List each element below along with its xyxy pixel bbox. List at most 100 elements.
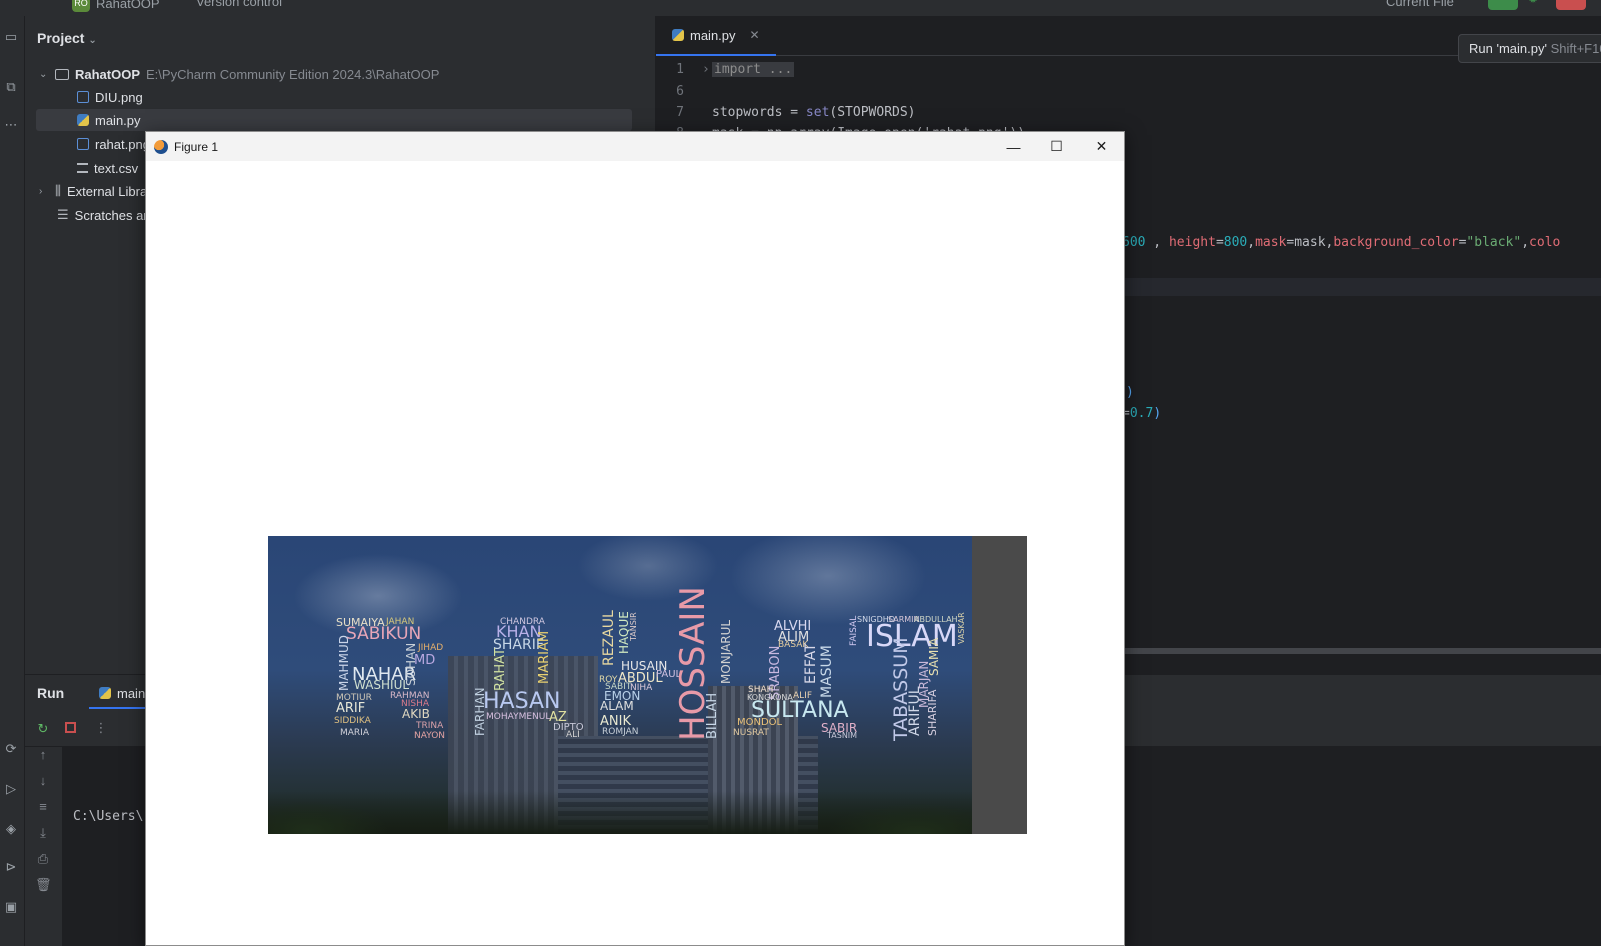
wordcloud-image: SUMAIYA JAHAN SABIKUN MAHMUD NAHAR MD JIHAD WAS… [268,536,1027,834]
code-token: 0.7 [1129,406,1154,421]
figure-title-bar[interactable]: Figure 1 — ☐ ✕ [146,132,1124,161]
stop-button[interactable] [1556,0,1586,10]
run-tool-icon[interactable]: ▷ [2,780,20,798]
wordcloud-word: SIDDIKA [334,716,371,726]
tab-label: main.py [690,27,736,43]
wordcloud-word: MARIA [340,728,369,738]
python-file-icon [99,687,111,699]
run-config-selector[interactable]: Current File [1386,0,1454,9]
tree-item-label: RahatOOP [75,66,141,82]
maximize-button[interactable]: ☐ [1034,132,1079,161]
tooltip-title: Run 'main.py' [1469,41,1547,56]
current-line-highlight [1124,278,1601,296]
run-tab-label: main [117,685,146,701]
wordcloud-word: VASKAR [957,612,966,644]
code-line[interactable]: =0.7) [1122,406,1161,421]
matplotlib-icon [154,139,168,154]
wordcloud-word: WASHIUL [354,678,410,692]
wordcloud-word: AKIB [402,707,430,721]
code-token: "black" [1466,235,1522,250]
arrow-down-icon[interactable]: ↓ [35,773,51,788]
wordcloud-word: SAMIA [927,637,941,676]
code-token: stopwords = [712,105,806,120]
chevron-right-icon[interactable]: › [39,186,49,197]
more-options-icon[interactable]: ⋮ [93,720,109,736]
print-icon[interactable]: ⎙ [35,851,51,867]
scroll-to-end-icon[interactable]: ⤓ [35,825,51,841]
code-line[interactable]: stopwords = set(STOPWORDS) [712,105,916,120]
close-button[interactable]: ✕ [1079,132,1124,161]
wordcloud-word: ALI [566,730,580,740]
project-badge: RO [72,0,90,12]
console-line: C:\Users\ [73,809,144,824]
wordcloud-word: MASUM [819,645,835,698]
rerun-icon[interactable]: ↻ [35,721,51,737]
tree-item-rahat-png[interactable]: rahat.png [77,133,150,155]
trash-icon[interactable]: 🗑 [35,877,52,893]
tree-item-root[interactable]: ⌄ RahatOOP E:\PyCharm Community Edition … [39,63,439,85]
wordcloud-word: MARIAM [537,630,552,684]
folder-icon[interactable]: ▭ [2,28,20,46]
image-file-icon [77,138,89,150]
run-tooltip: Run 'main.py' Shift+F10 [1458,34,1601,63]
fold-icon[interactable]: › [702,62,710,77]
figure-canvas[interactable]: SUMAIYA JAHAN SABIKUN MAHMUD NAHAR MD JIHAD WAS… [146,161,1124,945]
library-icon: ⫼ [55,183,61,198]
arrow-up-icon[interactable]: ↑ [35,747,51,762]
image-file-icon [77,91,89,103]
terminal-icon[interactable]: ▣ [2,898,20,916]
version-control-menu[interactable]: Version control [196,0,282,9]
tab-main-py[interactable]: main.py ✕ [656,16,776,56]
run-button[interactable] [1488,0,1518,10]
code-line[interactable]: import ... [712,62,795,77]
project-switcher[interactable]: RO RahatOOP [72,0,160,12]
wordcloud-word: RAHAT [493,648,508,691]
text-file-icon [77,163,88,173]
code-token: 600 [1122,235,1146,250]
tree-item-diu-png[interactable]: DIU.png [77,86,143,108]
more-icon[interactable]: ⋯ [2,116,20,134]
debug-icon[interactable]: ✹ [1528,0,1546,10]
chevron-down-icon[interactable]: ⌄ [39,69,49,80]
code-token: (STOPWORDS) [829,105,916,120]
horizontal-scrollbar[interactable] [1124,648,1601,654]
line-number: 1 [676,62,684,77]
minimize-button[interactable]: — [991,132,1036,161]
wordcloud-word: SABIKUN [346,624,422,644]
wordcloud-word: TASNIM [827,731,858,740]
wordcloud-word: ALAM [600,699,634,713]
wordcloud-word: NISHA [401,699,430,709]
wordcloud-word: TANSIR [629,612,638,641]
wordcloud-word: NUSRAT [733,728,769,738]
soft-wrap-icon[interactable]: ≡ [35,799,51,814]
wordcloud-word: ROMJAN [602,727,639,737]
tree-item-text-csv[interactable]: text.csv [77,157,138,179]
layers-icon[interactable]: ◈ [2,820,20,838]
run-side-toolbar: ↑ ↓ ≡ ⤓ ⎙ 🗑 [25,747,63,946]
wordcloud-word: MOHAYMENUL [486,712,551,722]
tree-item-main-py[interactable]: main.py [36,109,632,131]
code-token: ) [1153,406,1162,421]
wordcloud-word: MONDOL [737,717,783,728]
python-packages-icon[interactable]: ⟳ [2,740,20,758]
structure-icon[interactable]: ⧉ [2,78,20,96]
wordcloud-word: EFFAT [803,643,819,684]
folded-imports[interactable]: import ... [712,62,795,77]
figure-window: Figure 1 — ☐ ✕ SUMAIYA JAHAN SABIKUN MAHMUD… [145,131,1125,946]
wordcloud-word: FARHAN [473,687,487,736]
wordcloud-word: ARIF [336,701,366,716]
tooltip-shortcut: Shift+F10 [1550,41,1601,56]
project-panel-header[interactable]: Project ⌄ [37,30,97,46]
trees-shape [268,791,972,834]
wordcloud-word: MONJARUL [719,619,733,684]
code-token: mask [1294,235,1326,250]
code-line[interactable]: ) [1126,385,1134,400]
left-tool-strip: ▭ ⧉ ⋯ ⟳ ▷ ◈ ⊳ ▣ [0,16,25,946]
stop-icon[interactable] [62,721,78,736]
close-icon[interactable]: ✕ [750,28,760,42]
python-file-icon [672,29,684,41]
wordcloud-word: TRINA [416,721,444,731]
code-token: mask [1255,235,1287,250]
services-icon[interactable]: ⊳ [2,858,20,876]
code-line[interactable]: 600 , height=800,mask=mask,background_co… [1122,235,1560,250]
